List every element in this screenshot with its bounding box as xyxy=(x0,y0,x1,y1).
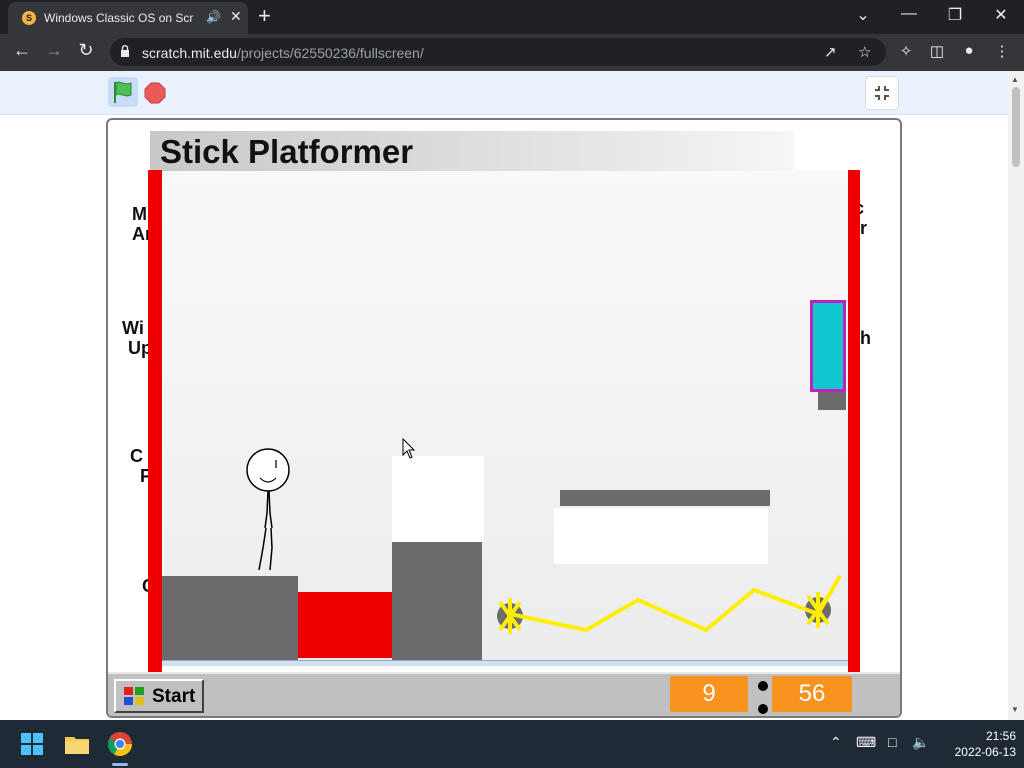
chrome-icon[interactable] xyxy=(106,730,134,758)
profile-icon[interactable]: ● xyxy=(959,42,979,59)
exit-door xyxy=(810,300,846,392)
back-button[interactable]: ← xyxy=(10,40,34,61)
windows-start-icon[interactable] xyxy=(18,730,46,758)
close-tab-icon[interactable]: ✕ xyxy=(230,8,242,25)
side-panel-icon[interactable]: ◫ xyxy=(927,42,947,60)
left-wall xyxy=(148,170,162,672)
file-explorer-icon[interactable] xyxy=(63,730,91,758)
right-wall xyxy=(848,170,860,672)
clock-minutes: 56 xyxy=(772,676,852,712)
mouse-cursor-icon xyxy=(402,438,416,459)
exit-fullscreen-icon xyxy=(875,86,889,100)
clock-colon-bottom xyxy=(758,704,768,714)
windows-logo-icon xyxy=(124,687,144,705)
share-icon[interactable]: ↗ xyxy=(824,43,837,61)
start-label: Start xyxy=(152,686,196,707)
extensions-icon[interactable]: ✧ xyxy=(896,42,916,60)
menu-kebab-icon[interactable]: ⋮ xyxy=(992,42,1012,60)
page-scrollbar[interactable]: ▲ ▼ xyxy=(1008,71,1024,720)
keyboard-icon[interactable]: ⌨ xyxy=(856,734,876,751)
system-date: 2022-06-13 xyxy=(954,745,1016,759)
scroll-down-icon[interactable]: ▼ xyxy=(1011,705,1019,714)
scratch-fullscreen-page: Stick Platformer MAr WiUp CF C cer sh xyxy=(0,71,1008,720)
browser-tab-strip: S Windows Classic OS on Scratch 🔊 ✕ + ⌄ … xyxy=(0,0,1024,34)
game-title: Stick Platformer xyxy=(160,133,414,170)
stick-figure-player xyxy=(246,448,290,571)
network-icon[interactable]: □ xyxy=(888,734,896,750)
scroll-up-icon[interactable]: ▲ xyxy=(1011,75,1019,84)
start-platform xyxy=(162,576,298,662)
volume-icon[interactable]: 🔈 xyxy=(912,734,929,751)
scratch-favicon-icon: S xyxy=(22,11,36,25)
os-taskbar: ⌃ ⌨ □ 🔈 21:56 2022-06-13 xyxy=(0,720,1024,768)
new-tab-button[interactable]: + xyxy=(258,3,271,29)
restore-button[interactable]: ❐ xyxy=(940,5,970,25)
green-flag-button[interactable] xyxy=(108,77,138,107)
browser-toolbar: ← → ↻ scratch.mit.edu/projects/62550236/… xyxy=(0,34,1024,71)
system-clock[interactable]: 21:56 2022-06-13 xyxy=(946,728,1016,760)
speaker-icon[interactable]: 🔊 xyxy=(206,10,221,24)
exit-fullscreen-button[interactable] xyxy=(865,76,899,110)
stop-button[interactable] xyxy=(144,82,166,104)
lava-block xyxy=(298,592,394,658)
white-platform-top xyxy=(392,456,484,542)
reload-button[interactable]: ↻ xyxy=(74,40,98,61)
green-flag-icon xyxy=(114,81,132,103)
tab-search-icon[interactable]: ⌄ xyxy=(848,5,878,25)
clock-colon-top xyxy=(758,681,768,691)
forward-button[interactable]: → xyxy=(42,40,66,61)
system-time: 21:56 xyxy=(985,729,1016,743)
scratch-stage[interactable]: Stick Platformer MAr WiUp CF C cer sh xyxy=(106,118,902,718)
url-host: scratch.mit.edu xyxy=(142,45,237,61)
door-ledge xyxy=(818,392,846,410)
scroll-thumb[interactable] xyxy=(1012,87,1020,167)
retro-start-button[interactable]: Start xyxy=(114,679,204,713)
stage-floor xyxy=(162,660,848,666)
floating-ledge xyxy=(560,490,770,506)
minimize-button[interactable]: — xyxy=(894,5,924,23)
address-bar[interactable]: scratch.mit.edu/projects/62550236/fullsc… xyxy=(110,38,886,66)
tab-title: Windows Classic OS on Scratch xyxy=(44,11,194,25)
retro-taskbar: Start 9 56 xyxy=(108,672,900,716)
browser-tab[interactable]: S Windows Classic OS on Scratch 🔊 ✕ xyxy=(8,2,248,34)
close-window-button[interactable]: ✕ xyxy=(986,5,1016,25)
tall-platform xyxy=(392,542,482,660)
player-controls-bar xyxy=(0,71,1008,115)
url-text: scratch.mit.edu/projects/62550236/fullsc… xyxy=(142,45,424,61)
url-path: /projects/62550236/fullscreen/ xyxy=(236,45,424,61)
laser-hazard xyxy=(497,574,842,634)
chrome-active-indicator xyxy=(112,763,128,766)
lock-icon xyxy=(121,45,129,57)
tray-chevron-up-icon[interactable]: ⌃ xyxy=(830,734,842,751)
bookmark-star-icon[interactable]: ☆ xyxy=(858,43,871,61)
clock-hours: 9 xyxy=(670,676,748,712)
white-ledge xyxy=(554,508,768,564)
